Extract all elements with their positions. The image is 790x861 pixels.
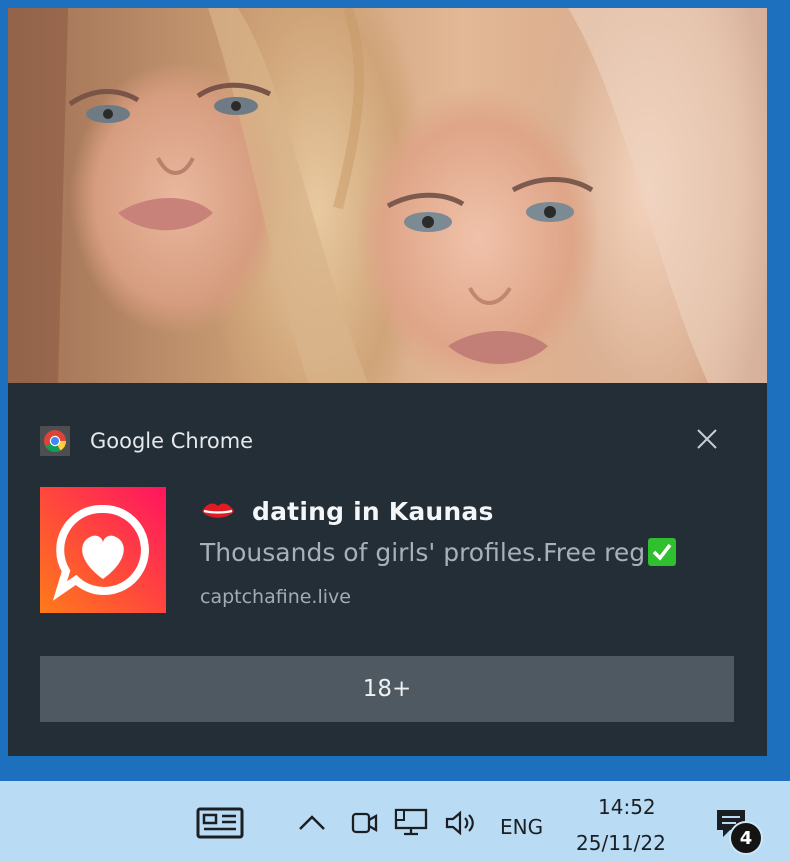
clock-date[interactable]: 25/11/22 <box>576 831 666 855</box>
chat-heart-icon <box>40 487 166 613</box>
lips-icon <box>202 503 234 518</box>
chrome-logo-icon <box>40 426 70 456</box>
language-indicator[interactable]: ENG <box>500 815 543 839</box>
action-button[interactable]: 18+ <box>40 656 734 722</box>
news-widget-icon[interactable] <box>196 805 244 841</box>
close-icon[interactable] <box>692 424 722 454</box>
notification-title: dating in Kaunas <box>252 496 494 526</box>
notification-count-badge: 4 <box>729 821 763 855</box>
chevron-up-icon[interactable] <box>298 813 326 833</box>
notification-toast[interactable]: Google Chrome dating in Kaunas Thousands… <box>8 8 767 756</box>
notification-body-row: Thousands of girls' profiles.Free reg <box>200 535 677 569</box>
taskbar: ENG 14:52 25/11/22 4 <box>0 781 790 861</box>
notification-title-row: dating in Kaunas <box>200 495 494 527</box>
camera-icon[interactable] <box>350 809 378 837</box>
volume-icon[interactable] <box>444 809 478 837</box>
hero-image <box>8 8 767 383</box>
hero-photo-art <box>8 8 767 383</box>
notification-header: Google Chrome <box>40 426 253 456</box>
network-icon[interactable] <box>394 808 428 838</box>
app-name: Google Chrome <box>90 429 254 453</box>
check-mark-icon <box>648 538 677 566</box>
notification-source: captchafine.live <box>200 586 351 608</box>
notification-body: Thousands of girls' profiles.Free reg <box>200 537 646 567</box>
action-button-label: 18+ <box>362 676 412 702</box>
clock-time[interactable]: 14:52 <box>598 795 656 819</box>
